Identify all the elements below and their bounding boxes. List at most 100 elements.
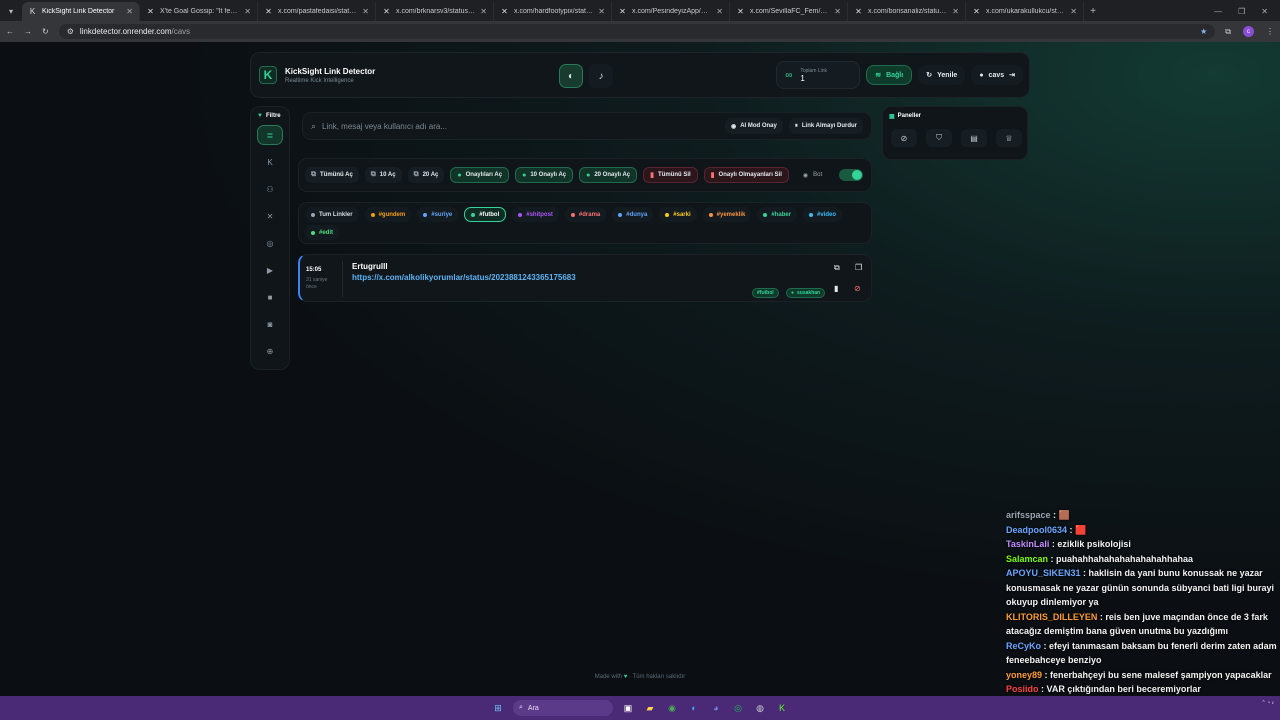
- sidebar-item-users[interactable]: ⚇: [257, 179, 283, 199]
- maximize-button[interactable]: ❐: [1238, 7, 1245, 16]
- trophy-icon[interactable]: ♕: [996, 129, 1022, 147]
- chat-username[interactable]: Deadpool0634: [1006, 525, 1067, 535]
- kick-icon[interactable]: K: [775, 701, 789, 715]
- shield-icon[interactable]: ⛉: [926, 129, 952, 147]
- tab-close-icon[interactable]: ✕: [952, 7, 959, 16]
- sidebar-item-list[interactable]: ≣: [257, 125, 283, 145]
- forward-icon[interactable]: →: [24, 27, 32, 36]
- tab-close-icon[interactable]: ✕: [244, 7, 251, 16]
- obs-icon[interactable]: ◍: [753, 701, 767, 715]
- user-menu-button[interactable]: ● cavs ⇥: [971, 65, 1023, 85]
- sound-icon[interactable]: ♪: [589, 64, 613, 88]
- site-info-icon[interactable]: ⚙: [67, 27, 74, 36]
- tag-filter-chip[interactable]: #gundem: [364, 207, 412, 222]
- edge-icon[interactable]: ◐: [687, 701, 701, 715]
- chat-username[interactable]: yoney89: [1006, 670, 1042, 680]
- sidebar-item-video[interactable]: ■: [257, 287, 283, 307]
- file-explorer-icon[interactable]: ▰: [643, 701, 657, 715]
- sidebar-item-x[interactable]: ✕: [257, 206, 283, 226]
- tab-close-icon[interactable]: ✕: [126, 7, 133, 16]
- tag-filter-chip[interactable]: #futbol: [464, 207, 507, 222]
- sidebar-item-kick[interactable]: K: [257, 152, 283, 172]
- search-input[interactable]: Link, mesaj veya kullanıcı adı ara...: [322, 122, 719, 131]
- open-20-approved-button[interactable]: ● 20 Onaylı Aç: [579, 167, 638, 183]
- chat-username[interactable]: arifsspace: [1006, 510, 1051, 520]
- archive-icon[interactable]: ▤: [961, 129, 987, 147]
- link-url[interactable]: https://x.com/alkolikyorumlar/status/202…: [352, 273, 576, 282]
- minimize-button[interactable]: —: [1214, 7, 1222, 16]
- spotify-icon[interactable]: ◎: [731, 701, 745, 715]
- open-all-button[interactable]: ⧉ Tümünü Aç: [305, 167, 359, 183]
- bot-toggle[interactable]: [839, 169, 864, 181]
- chat-username[interactable]: ReCyKo: [1006, 641, 1041, 651]
- browser-tab[interactable]: ✕ X'te Goal Gossip: "It feels like t ✕: [140, 2, 258, 21]
- tag-filter-chip[interactable]: #video: [803, 207, 843, 222]
- chat-username[interactable]: APOYU_SIKEN31: [1006, 568, 1081, 578]
- browser-tab[interactable]: K KickSight Link Detector ✕: [22, 2, 140, 21]
- tag-filter-chip[interactable]: Tum Linkler: [305, 207, 359, 222]
- chat-username[interactable]: Salamcan: [1006, 554, 1048, 564]
- bookmark-star-icon[interactable]: ★: [1200, 27, 1207, 36]
- logout-icon[interactable]: ⇥: [1009, 71, 1015, 79]
- browser-tab[interactable]: ✕ x.com/pastafedaisi/status/2023 ✕: [258, 2, 376, 21]
- tab-close-icon[interactable]: ✕: [598, 7, 605, 16]
- theme-toggle-icon[interactable]: ◐: [559, 64, 583, 88]
- ai-mode-button[interactable]: ◉ AI Mod Onay: [724, 118, 783, 134]
- tag-filter-chip[interactable]: #shitpost: [512, 207, 559, 222]
- open-20-button[interactable]: ⧉ 20 Aç: [407, 167, 445, 183]
- open-10-approved-button[interactable]: ● 10 Onaylı Aç: [515, 167, 574, 183]
- tag-filter-chip[interactable]: #suriye: [417, 207, 459, 222]
- browser-tab[interactable]: ✕ x.com/SevillaFC_Fem/status/20 ✕: [730, 2, 848, 21]
- browser-tab[interactable]: ✕ x.com/ukarakullukcu/status/20 ✕: [966, 2, 1084, 21]
- chat-username[interactable]: TaskinLali: [1006, 539, 1049, 549]
- back-icon[interactable]: ←: [6, 27, 14, 36]
- discord-icon[interactable]: ◕: [709, 701, 723, 715]
- browser-tab[interactable]: ✕ x.com/brknarsv3/status/20238 ✕: [376, 2, 494, 21]
- browser-tab[interactable]: ✕ x.com/borisanaliz/status/20238 ✕: [848, 2, 966, 21]
- sidebar-item-globe[interactable]: ⊕: [257, 341, 283, 361]
- open-approved-button[interactable]: ● Onaylıları Aç: [450, 167, 510, 183]
- sidebar-item-instagram[interactable]: ◎: [257, 233, 283, 253]
- tag-filter-chip[interactable]: #haber: [757, 207, 798, 222]
- profile-avatar[interactable]: c: [1243, 26, 1254, 37]
- tag-filter-chip[interactable]: #edit: [305, 225, 340, 240]
- tab-close-icon[interactable]: ✕: [1070, 7, 1077, 16]
- sidebar-item-youtube[interactable]: ▶: [257, 260, 283, 280]
- stop-links-button[interactable]: ⏸ Link Almayı Durdur: [788, 118, 863, 134]
- open-link-icon[interactable]: ⧉: [834, 263, 840, 273]
- extensions-icon[interactable]: ⧉: [1225, 27, 1231, 37]
- tab-close-icon[interactable]: ✕: [834, 7, 841, 16]
- tag-filter-chip[interactable]: #dunya: [612, 207, 654, 222]
- taskbar-search[interactable]: ⌕ Ara: [513, 700, 613, 716]
- tab-close-icon[interactable]: ✕: [480, 7, 487, 16]
- delete-unapproved-button[interactable]: ▮ Onaylı Olmayanları Sil: [703, 167, 789, 183]
- reload-icon[interactable]: ↻: [42, 27, 49, 36]
- open-10-button[interactable]: ⧉ 10 Aç: [364, 167, 402, 183]
- copy-icon[interactable]: ❐: [855, 263, 862, 272]
- sidebar-item-camera[interactable]: ◙: [257, 314, 283, 334]
- block-user-icon[interactable]: ⊘: [854, 284, 861, 293]
- block-icon[interactable]: ⊘: [891, 129, 917, 147]
- browser-tab[interactable]: ✕ x.com/hardfootypix/status/202 ✕: [494, 2, 612, 21]
- refresh-button[interactable]: ↻ Yenile: [918, 65, 966, 85]
- tag-dot-icon: [809, 212, 814, 217]
- connection-status-button[interactable]: ≋ Bağlı: [866, 65, 913, 85]
- chrome-icon[interactable]: ◉: [665, 701, 679, 715]
- task-view-icon[interactable]: ▣: [621, 701, 635, 715]
- new-tab-button[interactable]: +: [1084, 2, 1102, 21]
- delete-all-button[interactable]: ▮ Tümünü Sil: [643, 167, 698, 183]
- windows-start-icon[interactable]: ⊞: [491, 701, 505, 715]
- chat-username[interactable]: Posiido: [1006, 684, 1039, 694]
- close-window-button[interactable]: ✕: [1261, 7, 1268, 16]
- tag-filter-chip[interactable]: #drama: [564, 207, 607, 222]
- tab-close-icon[interactable]: ✕: [716, 7, 723, 16]
- tag-filter-chip[interactable]: #sarki: [659, 207, 697, 222]
- address-bar[interactable]: ⚙ linkdetector.onrender.com/cavs ★: [58, 24, 1216, 39]
- tab-search-button[interactable]: ▾: [0, 2, 22, 21]
- delete-icon[interactable]: ▮: [834, 284, 838, 293]
- browser-tab[interactable]: ✕ x.com/PesindeyizApp/status/20 ✕: [612, 2, 730, 21]
- chat-username[interactable]: KLITORIS_DILLEYEN: [1006, 612, 1097, 622]
- menu-icon[interactable]: ⋮: [1266, 27, 1274, 36]
- tab-close-icon[interactable]: ✕: [362, 7, 369, 16]
- tag-filter-chip[interactable]: #yemeklik: [702, 207, 752, 222]
